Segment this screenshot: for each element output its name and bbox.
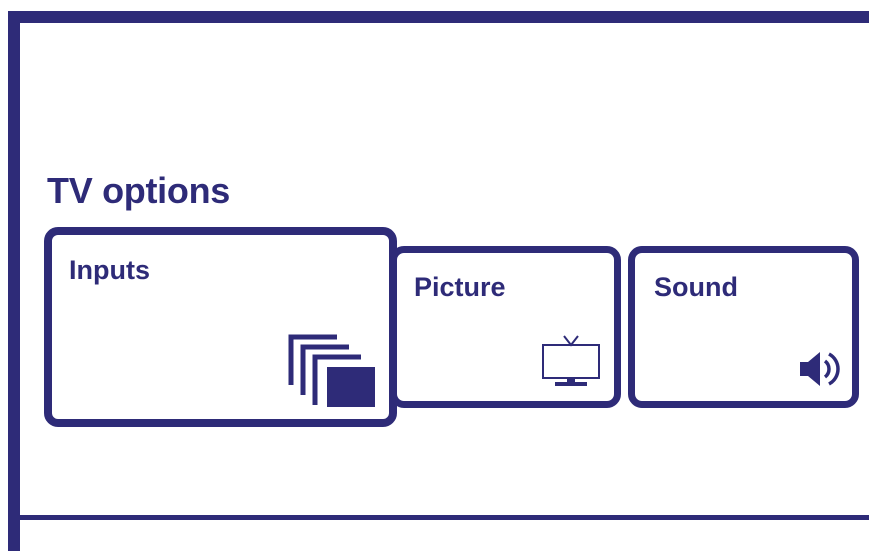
tile-picture-label: Picture <box>414 272 506 302</box>
tile-picture[interactable]: Picture <box>390 246 621 408</box>
tile-sound-label: Sound <box>654 272 738 302</box>
tile-inputs[interactable]: Inputs <box>44 227 397 427</box>
tile-sound[interactable]: Sound <box>628 246 859 408</box>
screen-bottom-edge <box>8 515 869 520</box>
tv-icon <box>542 335 600 386</box>
speaker-icon <box>800 352 840 386</box>
inputs-stack-icon <box>288 334 375 407</box>
tile-inputs-label: Inputs <box>69 255 150 285</box>
page-title: TV options <box>47 170 230 211</box>
